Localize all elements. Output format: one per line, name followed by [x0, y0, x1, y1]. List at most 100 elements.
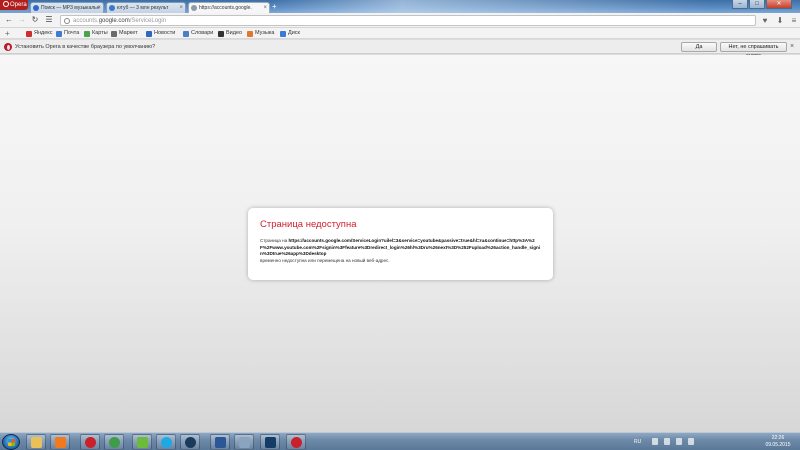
tray-arrow-icon[interactable] [652, 438, 658, 445]
bookmark-music[interactable]: Музыка [247, 29, 274, 38]
taskbar-button[interactable] [286, 434, 306, 450]
bookmark-disk[interactable]: Диск [280, 29, 300, 38]
error-title: Страница недоступна [260, 219, 357, 230]
bookmark-label: Маркет [119, 30, 138, 36]
bookmark-dictionaries[interactable]: Словари [183, 29, 213, 38]
bookmark-label: Почта [64, 30, 80, 36]
steam-icon [185, 437, 196, 448]
bookmark-video[interactable]: Видео [218, 29, 242, 38]
bookmark-news[interactable]: Новости [146, 29, 175, 38]
flag-icon[interactable] [688, 438, 694, 445]
error-url[interactable]: https://accounts.google.com/ServiceLogin… [260, 238, 540, 256]
taskbar-button[interactable] [132, 434, 152, 450]
clock[interactable]: 22:26 09.05.2015 [760, 435, 796, 448]
globe-icon [64, 18, 70, 24]
mail-icon [56, 31, 62, 37]
yandex-favicon-icon [33, 5, 39, 11]
taskbar-button[interactable] [156, 434, 176, 450]
clock-date: 09.05.2015 [765, 441, 791, 448]
windows-explorer-icon [31, 437, 42, 448]
disk-icon [280, 31, 286, 37]
opera-logo-icon [3, 1, 9, 7]
taskbar-button[interactable] [80, 434, 100, 450]
tab-title: ютуб — 3 млн результ [117, 5, 169, 11]
network-icon[interactable] [664, 438, 670, 445]
reload-icon[interactable]: ↻ [30, 15, 40, 25]
plus-icon[interactable]: + [272, 2, 280, 11]
market-icon [111, 31, 117, 37]
tab-google-accounts[interactable]: https://accounts.google. × [188, 2, 270, 13]
windows-logo-icon [8, 439, 15, 446]
music-icon [247, 31, 253, 37]
error-description: Страница на https://accounts.google.com/… [260, 238, 541, 264]
error-card: Страница недоступна Страница на https://… [248, 208, 553, 280]
back-arrow-icon[interactable]: ← [4, 15, 14, 25]
bookmark-label: Видео [226, 30, 243, 36]
taskbar-button[interactable] [26, 434, 46, 450]
start-button[interactable] [2, 434, 20, 450]
infobar-message: Установить Opera в качестве браузера по … [15, 44, 156, 50]
title-bar: Opera Поиск — MP3 музыкальн × ютуб — 3 м… [0, 0, 800, 13]
opera-icon [85, 437, 96, 448]
bookmark-label: Новости [154, 30, 176, 36]
taskbar-button[interactable] [104, 434, 124, 450]
system-tray: RU 22:26 09.05.2015 [622, 433, 800, 450]
word-icon [215, 437, 226, 448]
media-player-icon [55, 437, 66, 448]
download-icon[interactable]: ⬇ [775, 15, 785, 26]
tab-close-icon[interactable]: × [263, 3, 267, 13]
bookmark-label: Яндекс [34, 30, 53, 36]
skype-icon [161, 437, 172, 448]
tab-close-icon[interactable]: × [97, 3, 101, 13]
menu-icon[interactable]: ≡ [789, 15, 799, 26]
opera-menu-button[interactable]: Opera [0, 0, 28, 10]
maps-icon [84, 31, 90, 37]
volume-icon[interactable] [676, 438, 682, 445]
speed-dial-icon[interactable]: ☰ [44, 15, 54, 25]
forward-arrow-icon[interactable]: → [17, 15, 27, 25]
tab-youtube-search[interactable]: ютуб — 3 млн результ × [106, 2, 186, 13]
photoshop-icon [265, 437, 276, 448]
tab-search-mp3[interactable]: Поиск — MP3 музыкальн × [30, 2, 104, 13]
yes-button[interactable]: Да [681, 42, 717, 52]
bookmark-label: Словари [191, 30, 214, 36]
video-icon [218, 31, 224, 37]
utorrent-icon [137, 437, 148, 448]
add-bookmark-icon[interactable]: + [5, 28, 10, 39]
taskbar-button[interactable] [180, 434, 200, 450]
taskbar-button[interactable] [210, 434, 230, 450]
error-suffix: временно недоступна или перемещена на но… [260, 257, 390, 263]
taskbar-button[interactable] [260, 434, 280, 450]
tab-title: Поиск — MP3 музыкальн [41, 5, 100, 11]
error-prefix: Страница на [260, 238, 289, 243]
address-bar-input[interactable]: accounts.google.com/ServiceLogin [60, 15, 756, 26]
bookmark-label: Карты [92, 30, 108, 36]
bookmark-label: Диск [288, 30, 300, 36]
url-domain: google.com [98, 18, 130, 24]
url-subdomain: accounts. [73, 18, 99, 24]
bookmark-yandex[interactable]: Яндекс [26, 29, 53, 38]
opera-menu-label: Opera [10, 2, 27, 8]
bookmark-maps[interactable]: Карты [84, 29, 108, 38]
bookmarks-bar: + Яндекс Почта Карты Маркет Новости Слов… [0, 28, 800, 39]
chrome-icon [109, 437, 120, 448]
news-icon [146, 31, 152, 37]
url-path: /ServiceLogin [129, 18, 167, 24]
taskbar-button[interactable] [234, 434, 254, 450]
close-icon[interactable]: × [790, 42, 798, 52]
bookmark-mail[interactable]: Почта [56, 29, 79, 38]
language-indicator[interactable]: RU [634, 433, 641, 450]
dont-ask-again-button[interactable]: Нет, не спрашивать снова [720, 42, 787, 59]
close-window-button[interactable]: ✕ [766, 0, 792, 9]
opera-logo-icon [4, 43, 12, 51]
tab-title: https://accounts.google. [199, 5, 252, 11]
opera-icon-2 [291, 437, 302, 448]
page-favicon-icon [191, 5, 197, 11]
bookmark-market[interactable]: Маркет [111, 29, 138, 38]
maximize-button[interactable]: □ [749, 0, 765, 9]
tab-close-icon[interactable]: × [179, 3, 183, 13]
taskbar-button[interactable] [50, 434, 70, 450]
yandex-icon [26, 31, 32, 37]
minimize-button[interactable]: – [732, 0, 748, 9]
heart-icon[interactable]: ♥ [760, 15, 770, 26]
